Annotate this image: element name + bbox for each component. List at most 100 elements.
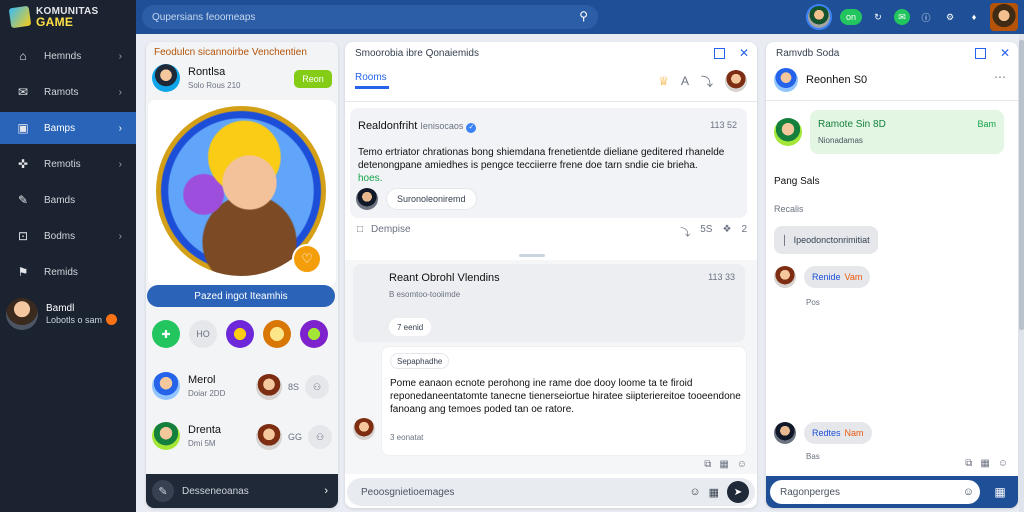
chat-input[interactable]: Ragonperges ☺ <box>770 480 980 504</box>
avatar <box>774 118 802 146</box>
chevron-right-icon[interactable]: › <box>324 485 328 497</box>
friend-avatar[interactable] <box>805 4 832 30</box>
sidebar-item-6[interactable]: ⚑ Remids <box>0 256 136 288</box>
refresh-icon[interactable]: ↻ <box>870 9 886 25</box>
profile-avatar[interactable] <box>990 3 1018 31</box>
sidebar-item-4[interactable]: ✎ Bamds <box>0 184 136 216</box>
tab-label: Rooms <box>355 72 387 83</box>
message-footer: 3 eonatat <box>390 433 424 442</box>
sidebar-item-label: Hemnds <box>44 50 82 62</box>
guild-avatar[interactable] <box>226 320 254 348</box>
sidebar-item-2[interactable]: ▣ Bamps › <box>0 112 136 144</box>
friend-guild-avatar[interactable] <box>256 374 282 400</box>
logo-cube-icon <box>8 5 32 29</box>
attach-icon[interactable]: ⧉ <box>704 459 711 470</box>
close-icon[interactable]: ✕ <box>1000 46 1010 60</box>
chevron-right-icon: › <box>118 50 122 62</box>
send-icon[interactable]: ➤ <box>727 481 749 503</box>
sidebar-item-5[interactable]: ⊡ Bodms › <box>0 220 136 252</box>
add-friend-icon[interactable]: ⚇ <box>305 375 330 399</box>
gif-icon[interactable]: ▦ <box>980 458 989 469</box>
maximize-icon[interactable] <box>713 48 725 59</box>
friend-item[interactable]: Drenta Dmi 5M <box>152 422 221 450</box>
logo-line-2: GAME <box>36 15 74 29</box>
resize-handle[interactable] <box>519 254 545 257</box>
reply-button[interactable]: Suronoleoniremd <box>386 188 477 210</box>
chat-bubble-icon[interactable]: ✉ <box>894 9 910 25</box>
share-icon[interactable]: ⤵ <box>680 224 690 239</box>
section-title: Pang Sals <box>774 176 820 187</box>
chat-item[interactable]: Renide Vam <box>774 266 871 288</box>
panel-title: Feodulcn sicannoirbe Venchentien <box>154 47 307 58</box>
view-profile-button[interactable]: Pazed ingot Iteamhis <box>147 285 335 307</box>
chat-item[interactable]: Redtes Nam <box>774 422 872 444</box>
avatar[interactable] <box>774 68 798 92</box>
gif-icon[interactable]: ▦ <box>709 486 719 499</box>
chat-header: Reonhen S0 ⋯ <box>774 68 1006 92</box>
chat-tag: Nam <box>844 428 864 438</box>
reaction-count: 5S <box>700 224 713 235</box>
sidebar-user-name: Bamdl <box>46 303 75 314</box>
sidebar-item-label: Bodms <box>44 230 76 242</box>
online-status-pill[interactable]: on <box>839 9 862 25</box>
heart-badge-icon[interactable]: ♡ <box>292 244 322 274</box>
sidebar-item-label: Bamps <box>44 122 76 134</box>
friend-count: 8S <box>288 382 300 392</box>
avatar[interactable] <box>152 64 180 92</box>
avatar[interactable] <box>725 70 747 92</box>
avatar <box>774 422 796 444</box>
bell-icon[interactable]: ♦ <box>966 9 982 25</box>
add-friend-icon[interactable]: ⚇ <box>308 425 333 449</box>
chat-name: Redtes <box>812 428 841 438</box>
info-icon[interactable]: ⓘ <box>918 9 934 25</box>
pinned-item[interactable]: │ Ipeodonctonrimitiat <box>774 226 878 254</box>
post-tag[interactable]: hoes. <box>358 172 738 185</box>
sidebar: KOMUNITAS GAME ⌂ Hemnds › ✉ Ramots › ▣ Bamps › ✜ R… <box>0 0 136 512</box>
emoji-icon[interactable]: ☺ <box>689 486 700 498</box>
emoji-icon[interactable]: ☺ <box>963 486 974 498</box>
sidebar-user[interactable]: Bamdl Lobotls o sam <box>6 298 118 330</box>
tab-rooms[interactable]: Rooms <box>355 72 389 89</box>
active-chat-name: Ramote Sin <box>818 119 871 130</box>
home-icon: ⌂ <box>19 49 27 63</box>
compose-bar[interactable]: ✎ Desseneoanas › <box>146 474 338 508</box>
emoji-icon[interactable]: ☺ <box>737 459 747 470</box>
scrollbar-thumb[interactable] <box>1019 40 1024 330</box>
bookmark-icon[interactable]: ❖ <box>722 224 731 239</box>
message-input[interactable]: Peoosgnietioemages ☺ ▦ ➤ <box>347 478 755 506</box>
friend-guild-avatar[interactable] <box>256 424 282 450</box>
gamepad-icon: ✜ <box>17 157 29 171</box>
emoji-icon[interactable]: ☺ <box>998 458 1008 469</box>
message-tag[interactable]: Sepaphadhe <box>390 353 450 369</box>
app-logo[interactable]: KOMUNITAS GAME <box>0 0 136 34</box>
post-action-label[interactable]: Dempise <box>371 224 410 235</box>
settings-icon[interactable]: ⚙ <box>942 9 958 25</box>
compose-placeholder: Desseneoanas <box>182 485 249 497</box>
trophy-avatar[interactable] <box>263 320 291 348</box>
search-icon[interactable]: ⚲ <box>579 9 588 23</box>
friend-item[interactable]: Merol Doiar 2DD <box>152 372 225 400</box>
search-input[interactable]: Qupersians feoomeaps ⚲ <box>142 5 598 29</box>
font-icon[interactable]: A <box>681 74 689 88</box>
more-options-icon[interactable]: ⋯ <box>994 70 1006 84</box>
sidebar-item-3[interactable]: ✜ Remotis › <box>0 148 136 180</box>
maximize-icon[interactable] <box>974 48 986 59</box>
chat-time: Bas <box>806 452 820 461</box>
controller-icon[interactable]: ✚ <box>152 320 180 348</box>
attach-icon[interactable]: ⧉ <box>965 458 972 469</box>
team-avatar[interactable] <box>300 320 328 348</box>
close-icon[interactable]: ✕ <box>739 46 749 60</box>
library-icon[interactable]: ▦ <box>988 480 1012 504</box>
sidebar-item-1[interactable]: ✉ Ramots › <box>0 76 136 108</box>
sidebar-item-0[interactable]: ⌂ Hemnds › <box>0 40 136 72</box>
crown-icon[interactable]: ♕ <box>658 74 669 88</box>
thread-tag[interactable]: 7 eenid <box>389 318 432 336</box>
pin-icon[interactable]: ⤵ <box>701 73 713 90</box>
comment-icon[interactable]: □ <box>357 224 363 235</box>
counter-badge[interactable]: HO <box>189 320 217 348</box>
pen-icon[interactable]: ✎ <box>152 480 174 502</box>
follow-button[interactable]: Reon <box>294 70 332 88</box>
gif-icon[interactable]: ▦ <box>719 459 728 470</box>
hero-card: ♡ <box>148 100 336 286</box>
active-chat-card[interactable]: Ramote Sin 8D Nionadamas Bam <box>774 110 1004 154</box>
